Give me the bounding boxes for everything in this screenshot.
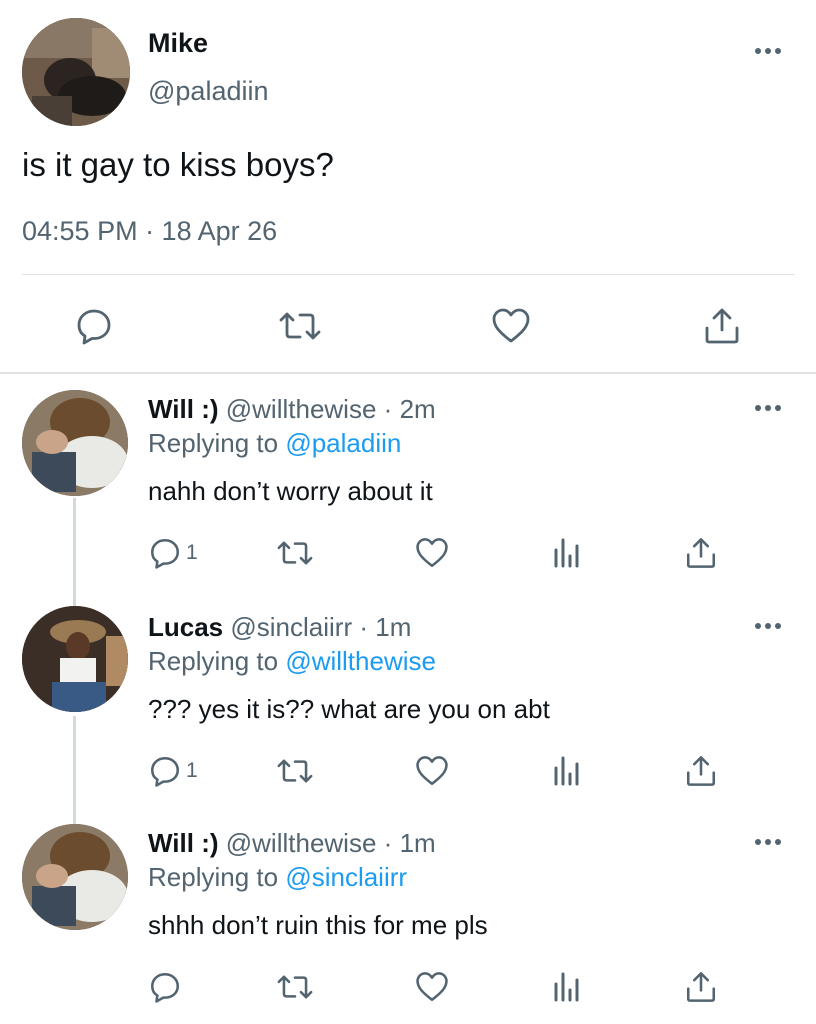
tweet-timestamp[interactable]: 04:55 PM · 18 Apr 26 bbox=[22, 216, 277, 247]
reply-text: nahh don’t worry about it bbox=[148, 476, 433, 506]
reply-tweet: Will :) @willthewise · 2m Replying to @p… bbox=[0, 386, 816, 586]
avatar[interactable] bbox=[22, 390, 128, 496]
reply-icon bbox=[77, 309, 111, 345]
main-tweet: Mike @paladiin is it gay to kiss boys? 0… bbox=[0, 0, 816, 374]
reply-button[interactable]: 1 bbox=[148, 754, 198, 788]
reply-header: Will :) @willthewise · 1m bbox=[148, 828, 436, 859]
author-handle[interactable]: @paladiin bbox=[148, 76, 269, 107]
reply-count: 1 bbox=[186, 759, 198, 782]
retweet-button[interactable] bbox=[278, 306, 322, 346]
divider bbox=[22, 274, 795, 275]
avatar[interactable] bbox=[22, 824, 128, 930]
reply-button[interactable] bbox=[148, 970, 182, 1004]
reply-tweet: Lucas @sinclaiirr · 1m Replying to @will… bbox=[0, 604, 816, 804]
share-icon bbox=[705, 308, 739, 344]
share-button[interactable] bbox=[684, 754, 718, 788]
author-name[interactable]: Will :) bbox=[148, 828, 219, 858]
avatar[interactable] bbox=[22, 606, 128, 712]
author-name[interactable]: Mike bbox=[148, 28, 208, 59]
divider bbox=[0, 372, 816, 374]
like-button[interactable] bbox=[414, 970, 450, 1004]
reply-header: Lucas @sinclaiirr · 1m bbox=[148, 612, 411, 643]
mention-link[interactable]: @willthewise bbox=[285, 646, 436, 676]
reply-time: 1m bbox=[399, 828, 436, 858]
share-button[interactable] bbox=[684, 536, 718, 570]
replying-to-label: Replying to bbox=[148, 646, 286, 676]
replying-to: Replying to @paladiin bbox=[148, 428, 401, 459]
reply-tweet: Will :) @willthewise · 1m Replying to @s… bbox=[0, 822, 816, 1022]
more-options-icon[interactable] bbox=[755, 836, 785, 848]
reply-text: shhh don’t ruin this for me pls bbox=[148, 910, 488, 940]
like-button[interactable] bbox=[414, 536, 450, 570]
reply-icon bbox=[150, 756, 180, 787]
retweet-button[interactable] bbox=[276, 970, 314, 1004]
mention-link[interactable]: @paladiin bbox=[285, 428, 401, 458]
analytics-button[interactable] bbox=[552, 970, 582, 1004]
separator: · bbox=[383, 394, 393, 424]
author-name[interactable]: Lucas bbox=[148, 612, 223, 642]
retweet-button[interactable] bbox=[276, 536, 314, 570]
like-button[interactable] bbox=[490, 306, 532, 346]
retweet-icon bbox=[279, 312, 321, 340]
reply-header: Will :) @willthewise · 2m bbox=[148, 394, 436, 425]
more-options-icon[interactable] bbox=[755, 620, 785, 632]
author-handle[interactable]: @willthewise bbox=[226, 394, 377, 424]
like-icon bbox=[416, 538, 448, 568]
like-icon bbox=[492, 308, 530, 343]
share-icon bbox=[686, 538, 716, 568]
tweet-text: is it gay to kiss boys? bbox=[22, 146, 334, 183]
separator: · bbox=[359, 612, 369, 642]
reply-button[interactable] bbox=[74, 306, 114, 346]
more-options-icon[interactable] bbox=[755, 45, 785, 57]
replying-to-label: Replying to bbox=[148, 428, 286, 458]
replying-to: Replying to @sinclaiirr bbox=[148, 862, 407, 893]
share-button[interactable] bbox=[684, 970, 718, 1004]
reply-icon bbox=[150, 538, 180, 569]
reply-button[interactable]: 1 bbox=[148, 536, 198, 570]
reply-count: 1 bbox=[186, 541, 198, 564]
replying-to: Replying to @willthewise bbox=[148, 646, 436, 677]
reply-icon bbox=[150, 972, 180, 1003]
separator: · bbox=[383, 828, 393, 858]
mention-link[interactable]: @sinclaiirr bbox=[285, 862, 407, 892]
retweet-icon bbox=[277, 975, 313, 999]
reply-text: ??? yes it is?? what are you on abt bbox=[148, 694, 550, 724]
avatar[interactable] bbox=[22, 18, 130, 126]
author-handle[interactable]: @willthewise bbox=[226, 828, 377, 858]
author-name[interactable]: Will :) bbox=[148, 394, 219, 424]
retweet-icon bbox=[277, 759, 313, 783]
analytics-icon bbox=[554, 972, 579, 1002]
reply-time: 2m bbox=[399, 394, 436, 424]
like-icon bbox=[416, 756, 448, 786]
analytics-icon bbox=[554, 756, 579, 786]
analytics-icon bbox=[554, 538, 579, 568]
reply-time: 1m bbox=[375, 612, 412, 642]
analytics-button[interactable] bbox=[552, 536, 582, 570]
like-icon bbox=[416, 972, 448, 1002]
more-options-icon[interactable] bbox=[755, 402, 785, 414]
share-icon bbox=[686, 756, 716, 786]
retweet-button[interactable] bbox=[276, 754, 314, 788]
analytics-button[interactable] bbox=[552, 754, 582, 788]
replying-to-label: Replying to bbox=[148, 862, 286, 892]
share-button[interactable] bbox=[702, 306, 742, 346]
retweet-icon bbox=[277, 541, 313, 565]
like-button[interactable] bbox=[414, 754, 450, 788]
share-icon bbox=[686, 972, 716, 1002]
author-handle[interactable]: @sinclaiirr bbox=[230, 612, 352, 642]
